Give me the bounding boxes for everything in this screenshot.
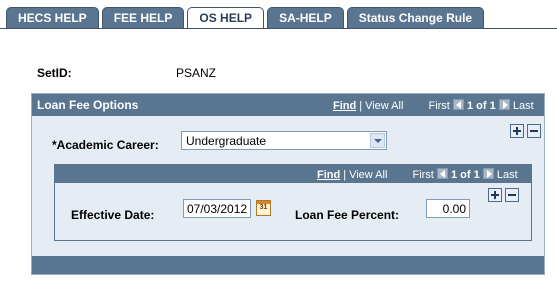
find-link[interactable]: Find [333, 100, 356, 112]
view-all-link[interactable]: View All [349, 169, 387, 181]
find-link[interactable]: Find [317, 169, 340, 181]
row-count: 1 of 1 [450, 169, 480, 181]
chevron-right-icon[interactable] [482, 168, 494, 179]
group-navigation: Find | View All First 1 of 1 Last [333, 99, 534, 112]
view-all-link[interactable]: View All [365, 100, 403, 112]
last-label: Last [512, 100, 534, 112]
first-label: First [412, 169, 434, 181]
academic-career-value: Undergraduate [186, 134, 267, 148]
chevron-right-icon[interactable] [498, 99, 510, 110]
loan-fee-percent-label: Loan Fee Percent: [295, 208, 400, 222]
tab-hecs-help[interactable]: HECS HELP [6, 7, 99, 28]
chevron-left-icon[interactable] [436, 168, 448, 179]
loan-fee-percent-input[interactable]: 0.00 [426, 199, 470, 218]
effective-date-input[interactable]: 07/03/2012 [183, 199, 251, 218]
loan-fee-options-group: Loan Fee Options Find | View All First 1 o… [31, 93, 545, 275]
tab-bar: HECS HELP FEE HELP OS HELP SA-HELP Statu… [6, 7, 487, 29]
calendar-icon[interactable]: 31 [256, 200, 271, 216]
nav-separator: | [359, 100, 363, 112]
group-title: Loan Fee Options [37, 98, 139, 112]
setid-value: PSANZ [176, 66, 217, 80]
tab-fee-help[interactable]: FEE HELP [101, 7, 185, 28]
delete-row-button[interactable] [527, 124, 541, 138]
first-label: First [428, 100, 450, 112]
tab-divider [0, 28, 557, 29]
last-label: Last [496, 169, 518, 181]
nav-separator: | [343, 169, 347, 181]
row-count: 1 of 1 [466, 100, 496, 112]
chevron-down-icon[interactable] [370, 133, 385, 148]
setid-label: SetID: [37, 66, 72, 80]
effective-date-label: Effective Date: [71, 208, 155, 222]
academic-career-label: *Academic Career: [52, 138, 159, 152]
tab-sa-help[interactable]: SA-HELP [267, 7, 344, 28]
effective-dated-group: Find | View All First 1 of 1 Last Effectiv… [54, 164, 532, 241]
add-row-button[interactable] [510, 124, 524, 138]
tab-os-help[interactable]: OS HELP [187, 7, 265, 29]
tab-status-change-rule[interactable]: Status Change Rule [346, 7, 485, 28]
delete-row-button[interactable] [505, 188, 519, 202]
loan-fee-options-header: Loan Fee Options Find | View All First 1 o… [32, 94, 544, 116]
effective-dated-header: Find | View All First 1 of 1 Last [55, 165, 531, 183]
group-footer-bar [32, 256, 544, 274]
add-row-button[interactable] [488, 188, 502, 202]
chevron-left-icon[interactable] [452, 99, 464, 110]
inner-navigation: Find | View All First 1 of 1 Last [317, 168, 518, 181]
academic-career-select[interactable]: Undergraduate [181, 131, 387, 150]
